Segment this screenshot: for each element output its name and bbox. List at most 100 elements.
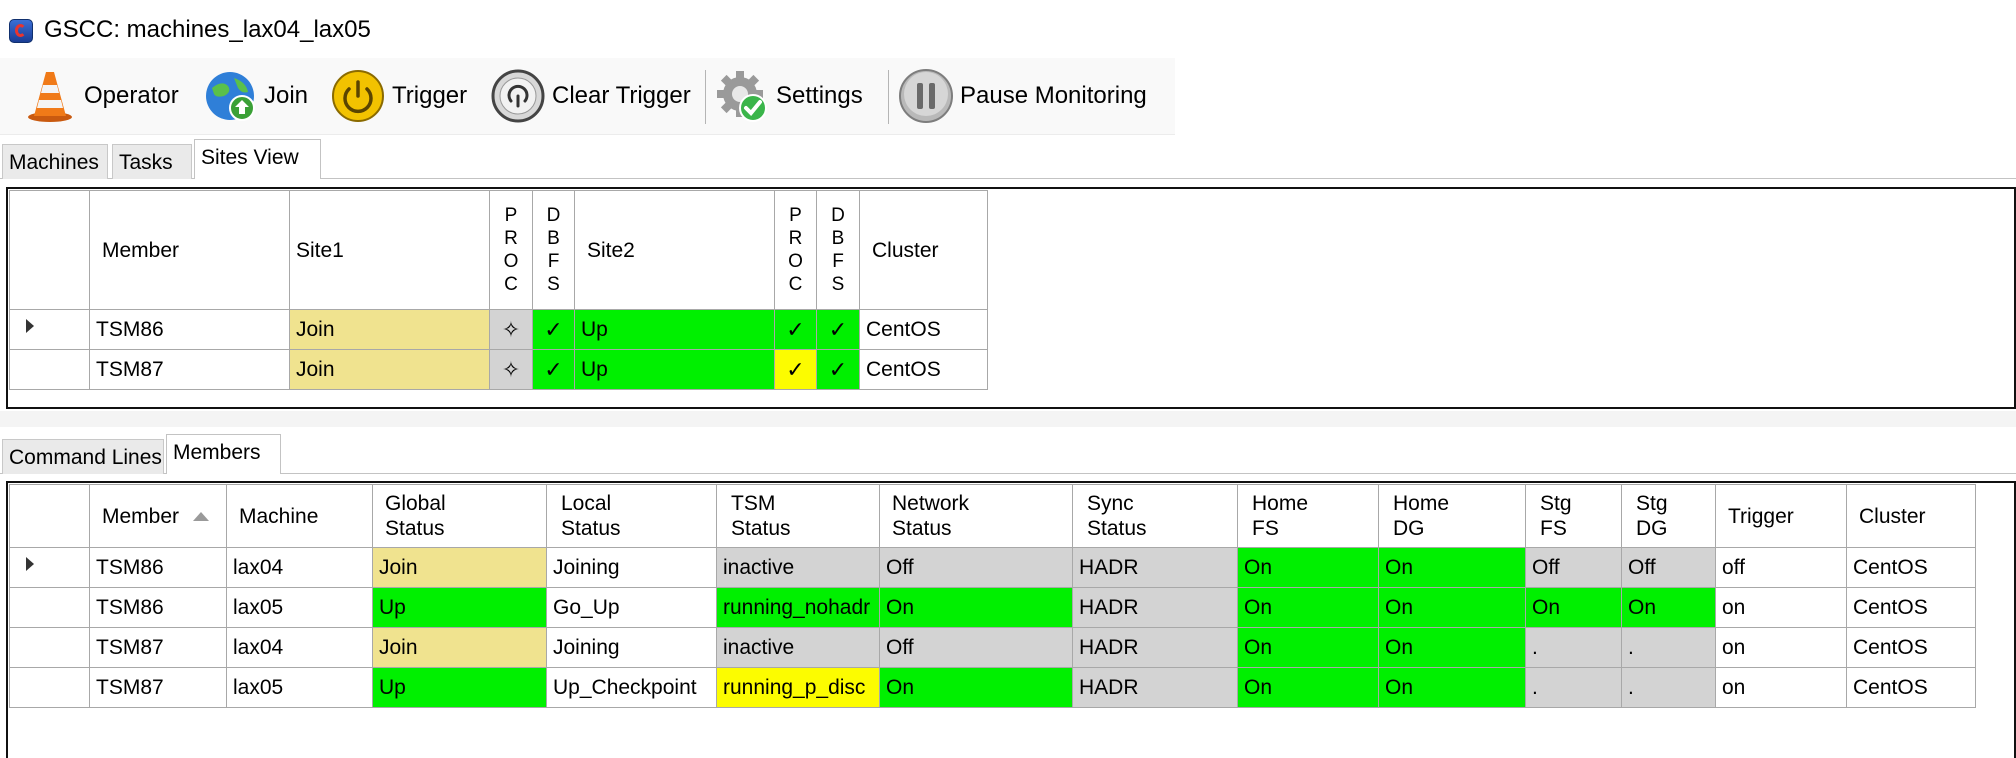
site2-cell[interactable]: Up (574, 309, 775, 350)
home-dg-cell[interactable]: On (1378, 627, 1526, 668)
global-status-cell[interactable]: Join (372, 627, 547, 668)
member-cell[interactable]: TSM87 (89, 349, 290, 390)
dbfs1-cell[interactable]: ✓ (532, 309, 575, 350)
table-row[interactable]: TSM87 Join ✧ ✓ Up ✓ ✓ CentOS (9, 349, 988, 390)
column-header-site1[interactable]: Site1 (289, 190, 490, 310)
home-fs-cell[interactable]: On (1237, 547, 1379, 588)
stg-dg-cell[interactable]: . (1621, 627, 1716, 668)
sync-status-cell[interactable]: HADR (1072, 667, 1238, 708)
network-status-cell[interactable]: Off (879, 547, 1073, 588)
member-cell[interactable]: TSM86 (89, 309, 290, 350)
cluster-cell[interactable]: CentOS (859, 349, 988, 390)
column-header-member[interactable]: Member (89, 484, 227, 548)
stg-fs-cell[interactable]: Off (1525, 547, 1622, 588)
proc1-cell[interactable]: ✧ (489, 309, 533, 350)
column-header-proc2[interactable]: PROC (774, 190, 817, 310)
site2-cell[interactable]: Up (574, 349, 775, 390)
cluster-cell[interactable]: CentOS (859, 309, 988, 350)
machine-cell[interactable]: lax05 (226, 667, 373, 708)
member-cell[interactable]: TSM86 (89, 547, 227, 588)
column-header-sync-status[interactable]: Sync Status (1072, 484, 1238, 548)
tsm-status-cell[interactable]: inactive (716, 627, 880, 668)
column-header-dbfs2[interactable]: DBFS (816, 190, 860, 310)
operator-button[interactable]: Operator (22, 66, 179, 126)
column-header-tsm-status[interactable]: TSM Status (716, 484, 880, 548)
global-status-cell[interactable]: Join (372, 547, 547, 588)
stg-dg-cell[interactable]: . (1621, 667, 1716, 708)
local-status-cell[interactable]: Joining (546, 627, 717, 668)
home-fs-cell[interactable]: On (1237, 667, 1379, 708)
trigger-cell[interactable]: off (1715, 547, 1847, 588)
network-status-cell[interactable]: On (879, 587, 1073, 628)
network-status-cell[interactable]: On (879, 667, 1073, 708)
join-button[interactable]: Join (202, 66, 308, 126)
splitter[interactable] (0, 411, 2016, 427)
column-header-machine[interactable]: Machine (226, 484, 373, 548)
dbfs2-cell[interactable]: ✓ (816, 349, 860, 390)
clear-trigger-button[interactable]: Clear Trigger (490, 66, 691, 126)
tsm-status-cell[interactable]: running_p_disc (716, 667, 880, 708)
column-header-site2[interactable]: Site2 (574, 190, 775, 310)
trigger-cell[interactable]: on (1715, 667, 1847, 708)
site1-cell[interactable]: Join (289, 349, 490, 390)
tsm-status-cell[interactable]: running_nohadr (716, 587, 880, 628)
network-status-cell[interactable]: Off (879, 627, 1073, 668)
trigger-cell[interactable]: on (1715, 627, 1847, 668)
member-cell[interactable]: TSM86 (89, 587, 227, 628)
column-header-cluster[interactable]: Cluster (859, 190, 988, 310)
column-header-trigger[interactable]: Trigger (1715, 484, 1847, 548)
machine-cell[interactable]: lax04 (226, 627, 373, 668)
tab-command-lines[interactable]: Command Lines (2, 439, 164, 474)
home-dg-cell[interactable]: On (1378, 667, 1526, 708)
home-dg-cell[interactable]: On (1378, 587, 1526, 628)
stg-dg-cell[interactable]: Off (1621, 547, 1716, 588)
cluster-cell[interactable]: CentOS (1846, 547, 1976, 588)
home-fs-cell[interactable]: On (1237, 627, 1379, 668)
site1-cell[interactable]: Join (289, 309, 490, 350)
row-selector[interactable] (9, 547, 90, 588)
column-header-member[interactable]: Member (89, 190, 290, 310)
member-cell[interactable]: TSM87 (89, 627, 227, 668)
dbfs1-cell[interactable]: ✓ (532, 349, 575, 390)
stg-fs-cell[interactable]: . (1525, 627, 1622, 668)
cluster-cell[interactable]: CentOS (1846, 627, 1976, 668)
row-selector[interactable] (9, 349, 90, 390)
stg-fs-cell[interactable]: On (1525, 587, 1622, 628)
member-cell[interactable]: TSM87 (89, 667, 227, 708)
cluster-cell[interactable]: CentOS (1846, 587, 1976, 628)
settings-button[interactable]: Settings (714, 66, 863, 126)
sync-status-cell[interactable]: HADR (1072, 547, 1238, 588)
table-row[interactable]: TSM87 lax05 Up Up_Checkpoint running_p_d… (9, 667, 1976, 708)
stg-dg-cell[interactable]: On (1621, 587, 1716, 628)
machine-cell[interactable]: lax05 (226, 587, 373, 628)
home-dg-cell[interactable]: On (1378, 547, 1526, 588)
column-header-proc1[interactable]: PROC (489, 190, 533, 310)
column-header-home-fs[interactable]: Home FS (1237, 484, 1379, 548)
trigger-button[interactable]: Trigger (330, 66, 467, 126)
row-selector[interactable] (9, 667, 90, 708)
trigger-cell[interactable]: on (1715, 587, 1847, 628)
row-selector[interactable] (9, 627, 90, 668)
proc1-cell[interactable]: ✧ (489, 349, 533, 390)
tsm-status-cell[interactable]: inactive (716, 547, 880, 588)
machine-cell[interactable]: lax04 (226, 547, 373, 588)
column-header-stg-dg[interactable]: Stg DG (1621, 484, 1716, 548)
global-status-cell[interactable]: Up (372, 587, 547, 628)
row-selector[interactable] (9, 309, 90, 350)
sync-status-cell[interactable]: HADR (1072, 627, 1238, 668)
table-row[interactable]: TSM86 lax05 Up Go_Up running_nohadr On H… (9, 587, 1976, 628)
home-fs-cell[interactable]: On (1237, 587, 1379, 628)
dbfs2-cell[interactable]: ✓ (816, 309, 860, 350)
sync-status-cell[interactable]: HADR (1072, 587, 1238, 628)
local-status-cell[interactable]: Up_Checkpoint (546, 667, 717, 708)
tab-members[interactable]: Members (166, 434, 281, 474)
column-header-local-status[interactable]: Local Status (546, 484, 717, 548)
pause-monitoring-button[interactable]: Pause Monitoring (898, 66, 1147, 126)
table-row[interactable]: TSM86 lax04 Join Joining inactive Off HA… (9, 547, 1976, 588)
column-header-cluster[interactable]: Cluster (1846, 484, 1976, 548)
cluster-cell[interactable]: CentOS (1846, 667, 1976, 708)
proc2-cell[interactable]: ✓ (774, 349, 817, 390)
global-status-cell[interactable]: Up (372, 667, 547, 708)
local-status-cell[interactable]: Go_Up (546, 587, 717, 628)
table-row[interactable]: TSM87 lax04 Join Joining inactive Off HA… (9, 627, 1976, 668)
